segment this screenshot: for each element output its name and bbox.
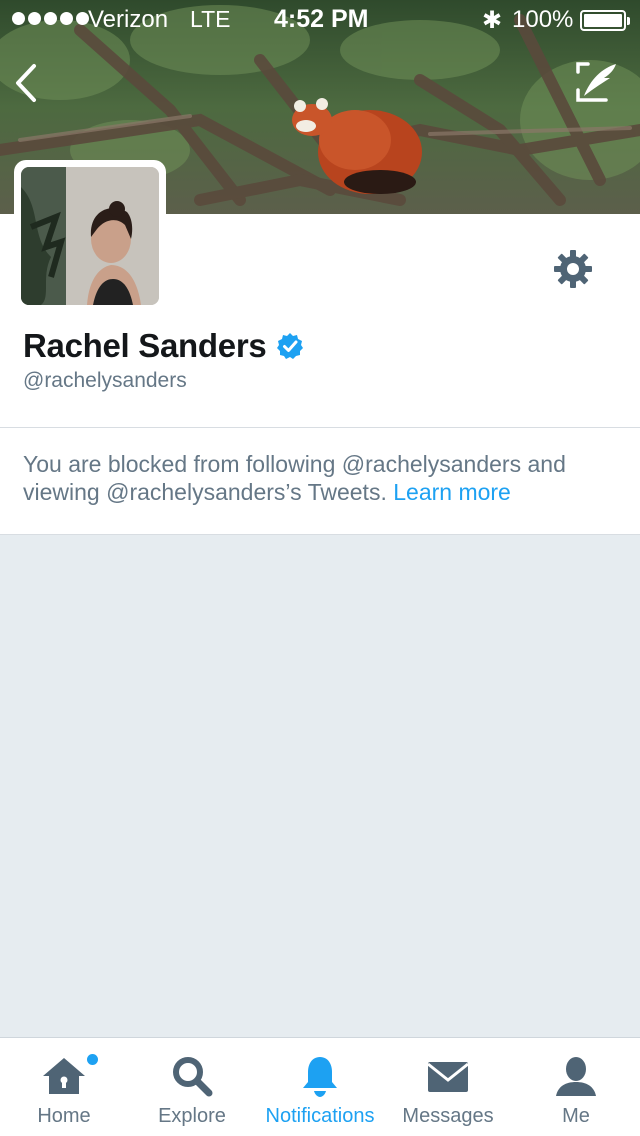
profile-name: Rachel Sanders [23,327,267,364]
profile-name-row: Rachel Sanders [23,327,304,365]
compose-icon [576,62,616,102]
avatar-photo [21,167,159,305]
envelope-icon [427,1062,469,1092]
back-button[interactable] [12,62,42,104]
verified-badge-icon [277,333,304,359]
tab-bar: Home Explore Notifications Messages Me [0,1037,640,1136]
signal-strength-icon [12,12,89,25]
compose-tweet-button[interactable] [574,60,620,104]
tab-messages[interactable]: Messages [384,1038,512,1136]
search-icon [173,1057,213,1097]
status-time: 4:52 PM [274,5,369,33]
bluetooth-icon: ✱ [482,7,503,34]
battery-percentage: 100% [512,6,574,33]
blocked-notice: You are blocked from following @rachelys… [0,428,640,535]
profile-handle: @rachelysanders [23,369,187,392]
bell-icon [303,1057,337,1097]
carrier-name: Verizon [88,6,169,33]
tab-label: Explore [158,1105,226,1127]
profile-avatar[interactable] [14,160,166,312]
learn-more-link[interactable]: Learn more [393,479,511,505]
status-bar: Verizon LTE 4:52 PM ✱ 100% [0,0,640,40]
tab-notifications[interactable]: Notifications [256,1038,384,1136]
notification-dot [87,1054,98,1065]
battery-icon [580,10,630,31]
tab-me[interactable]: Me [512,1038,640,1136]
gear-icon [554,250,592,288]
tab-explore[interactable]: Explore [128,1038,256,1136]
network-type: LTE [190,6,231,32]
tab-home[interactable]: Home [0,1038,128,1136]
tab-label: Notifications [265,1105,375,1127]
tab-label: Me [562,1105,590,1127]
settings-button[interactable] [552,248,594,290]
tab-label: Home [37,1105,91,1127]
person-icon [556,1057,596,1096]
blocked-message: You are blocked from following @rachelys… [23,450,623,506]
home-icon [43,1058,85,1094]
tab-label: Messages [402,1105,494,1127]
chevron-left-icon [16,64,36,102]
